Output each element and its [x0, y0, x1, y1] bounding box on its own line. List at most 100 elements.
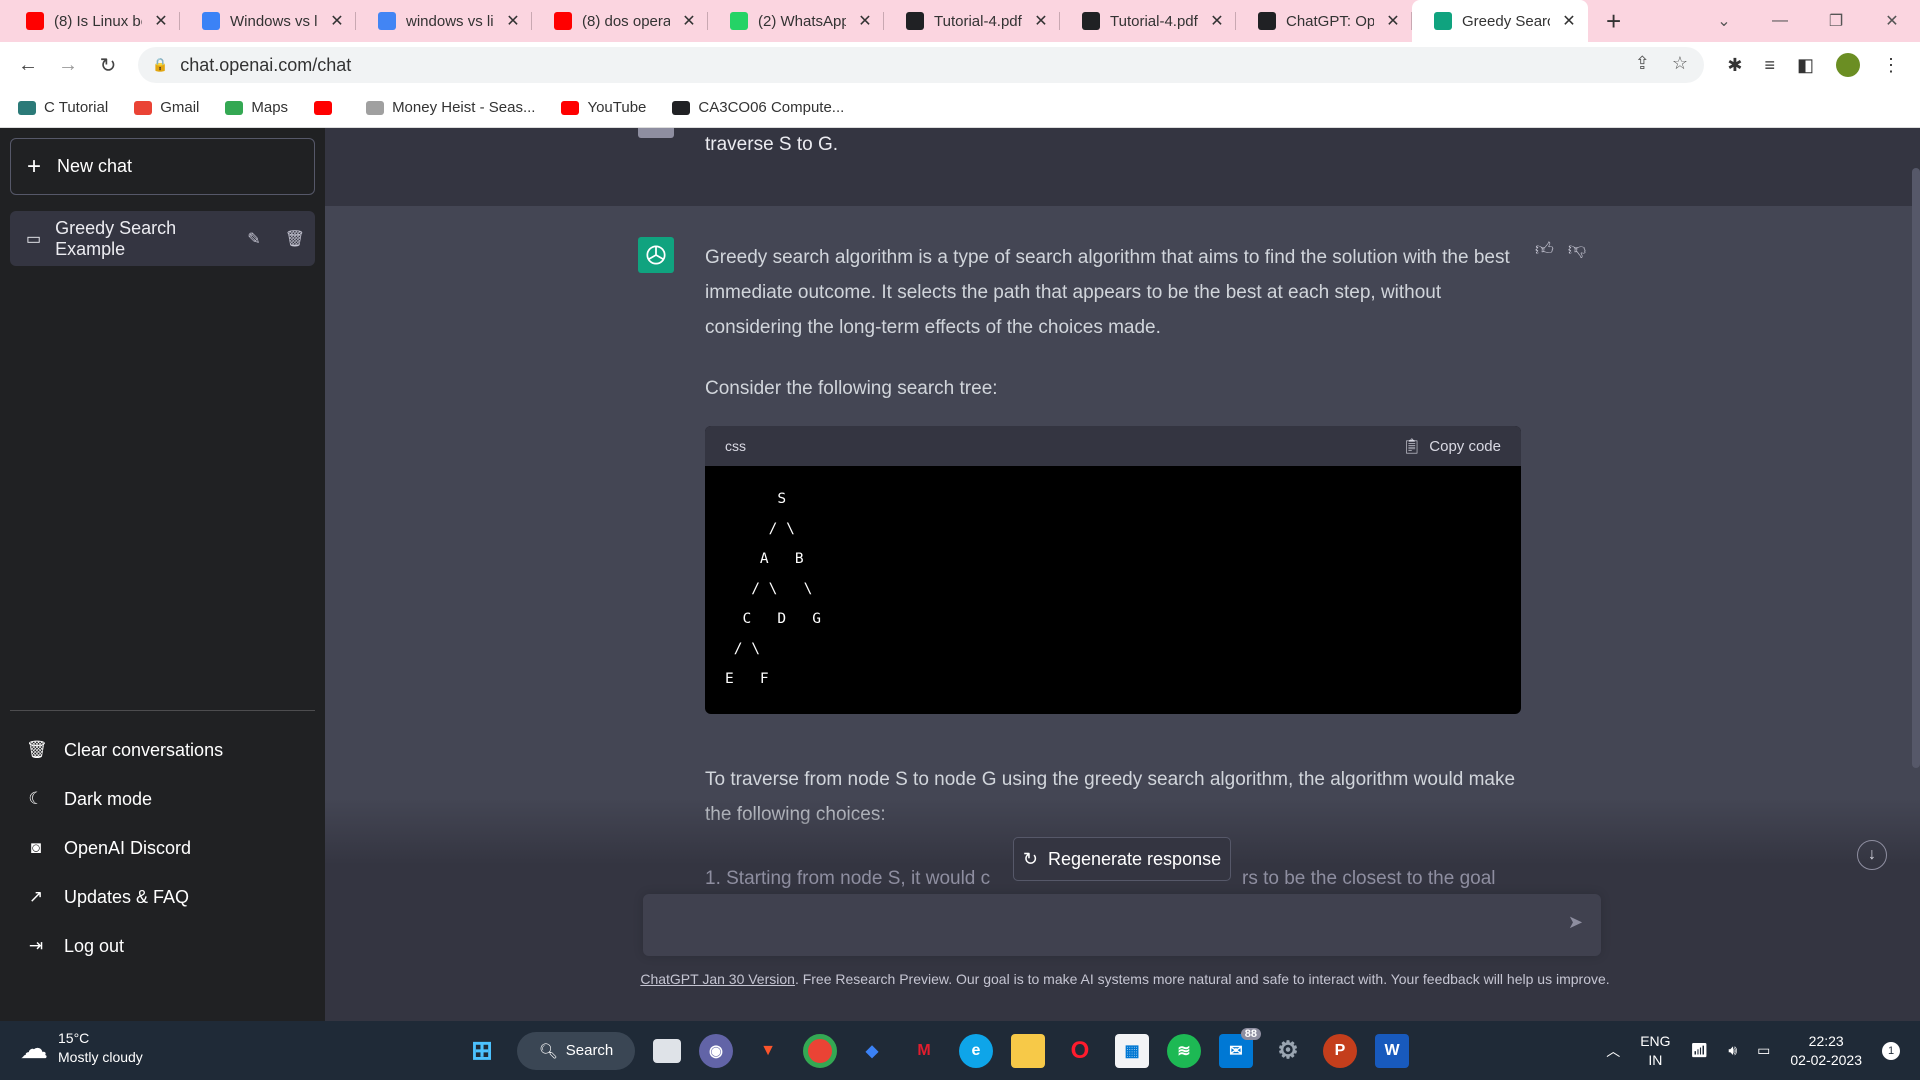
list-item-partial: 1. Starting from node S, it would c: [705, 868, 991, 889]
scroll-down-button[interactable]: ↓: [1857, 840, 1887, 870]
menu-icon[interactable]: ⋮: [1882, 55, 1900, 76]
bing-icon[interactable]: ◆: [855, 1034, 889, 1068]
chrome-icon[interactable]: [803, 1033, 837, 1068]
bookmark-item[interactable]: C Tutorial: [18, 99, 108, 116]
mcafee-icon[interactable]: M: [907, 1034, 941, 1068]
profile-avatar[interactable]: [1836, 53, 1860, 77]
chat-area: traverse S to G. 👍︎ 👎︎ Greedy search alg…: [325, 128, 1920, 1021]
bookmark-item[interactable]: Gmail: [134, 99, 199, 116]
sidebar-item-updates-faq[interactable]: ↗ Updates & FAQ: [10, 873, 315, 921]
share-icon[interactable]: ⇪: [1635, 53, 1650, 74]
brave-icon[interactable]: ▼: [751, 1034, 785, 1068]
discord-icon: ◙: [30, 838, 42, 857]
taskbar-search[interactable]: 🔍︎ Search: [517, 1031, 635, 1070]
regenerate-button[interactable]: ↻ Regenerate response: [1013, 837, 1231, 881]
language-indicator[interactable]: ENG IN: [1640, 1032, 1670, 1070]
weather-widget[interactable]: ☁ 15°C Mostly cloudy: [20, 1029, 143, 1067]
forward-button[interactable]: →: [48, 54, 88, 77]
scrollbar[interactable]: [1912, 168, 1920, 768]
new-chat-button[interactable]: + New chat: [10, 138, 315, 195]
bookmarks-bar: C Tutorial Gmail Maps Money Heist - Seas...…: [0, 88, 1920, 128]
browser-tab[interactable]: Greedy Search ✕: [1412, 0, 1588, 42]
chevron-up-icon[interactable]: ︿: [1606, 1041, 1620, 1061]
close-tab-icon[interactable]: ✕: [504, 11, 522, 31]
new-tab-button[interactable]: +: [1606, 6, 1621, 37]
code-content: S / \ A B / \ \ C D G / \ E F: [725, 491, 822, 687]
browser-tab[interactable]: ChatGPT: Opt ✕: [1236, 0, 1412, 42]
restore-button[interactable]: ❐: [1808, 11, 1864, 31]
windows-start-icon[interactable]: ⊞: [465, 1034, 499, 1068]
side-panel-icon[interactable]: ◧: [1797, 55, 1814, 76]
browser-tab[interactable]: Windows vs lin ✕: [180, 0, 356, 42]
url-bar[interactable]: 🔒 chat.openai.com/chat ⇪ ☆: [138, 47, 1704, 83]
tab-search-icon[interactable]: ⌄: [1696, 11, 1752, 31]
bookmark-item[interactable]: [314, 100, 340, 115]
bookmark-item[interactable]: Maps: [225, 99, 288, 116]
close-window-button[interactable]: ✕: [1864, 11, 1920, 31]
close-tab-icon[interactable]: ✕: [152, 11, 170, 31]
copy-code-button[interactable]: 📋︎ Copy code: [1402, 437, 1501, 456]
sidebar-item-log-out[interactable]: ⇥ Log out: [10, 922, 315, 970]
bookmark-item[interactable]: Money Heist - Seas...: [366, 99, 535, 116]
close-tab-icon[interactable]: ✕: [328, 11, 346, 31]
mail-icon[interactable]: ✉ 88: [1219, 1027, 1261, 1068]
file-explorer-icon[interactable]: [1011, 1033, 1045, 1068]
opera-icon[interactable]: O: [1063, 1034, 1097, 1068]
back-button[interactable]: ←: [8, 54, 48, 77]
word-icon[interactable]: W: [1375, 1033, 1409, 1068]
send-icon[interactable]: ➤: [1568, 912, 1583, 933]
browser-tab[interactable]: Tutorial-4.pdf ✕: [884, 0, 1060, 42]
wifi-icon[interactable]: 📶︎: [1691, 1042, 1709, 1059]
browser-tab[interactable]: (8) dos operat ✕: [532, 0, 708, 42]
taskbar: ☁ 15°C Mostly cloudy ⊞ 🔍︎ Search ◉ ▼ ◆ M…: [0, 1021, 1920, 1080]
browser-tab[interactable]: Tutorial-4.pdf ✕: [1060, 0, 1236, 42]
close-tab-icon[interactable]: ✕: [856, 11, 874, 31]
battery-icon[interactable]: ▭: [1757, 1042, 1770, 1059]
store-icon[interactable]: ▦: [1115, 1033, 1149, 1068]
close-tab-icon[interactable]: ✕: [1560, 11, 1578, 31]
message-input[interactable]: [659, 912, 1539, 940]
sidebar-item-clear-conversations[interactable]: 🗑 Clear conversations: [10, 726, 315, 774]
teams-chat-icon[interactable]: ◉: [699, 1033, 733, 1068]
conversation-title: Greedy Search Example: [55, 217, 177, 259]
browser-tab[interactable]: (2) WhatsApp ✕: [708, 0, 884, 42]
thumbs-down-icon[interactable]: 👎︎: [1568, 238, 1586, 260]
close-tab-icon[interactable]: ✕: [1032, 11, 1050, 31]
conversation-item[interactable]: ▭ Greedy Search Example ✎ 🗑: [10, 211, 315, 266]
lock-icon[interactable]: 🔒: [152, 57, 168, 73]
sidebar-item-openai-discord[interactable]: ◙ OpenAI Discord: [10, 824, 315, 872]
close-tab-icon[interactable]: ✕: [680, 11, 698, 31]
edit-icon[interactable]: ✎: [247, 229, 260, 249]
clock[interactable]: 22:23 02-02-2023: [1790, 1032, 1862, 1070]
close-tab-icon[interactable]: ✕: [1384, 11, 1402, 31]
bookmark-label: YouTube: [587, 99, 647, 116]
notification-badge[interactable]: 1: [1882, 1041, 1900, 1060]
powerpoint-icon[interactable]: P: [1323, 1033, 1357, 1068]
bookmark-item[interactable]: YouTube: [561, 99, 646, 116]
spotify-icon[interactable]: ≋: [1167, 1033, 1201, 1068]
edge-icon[interactable]: e: [959, 1033, 993, 1068]
media-icon[interactable]: ≡: [1764, 55, 1775, 76]
bookmark-item[interactable]: CA3CO06 Compute...: [672, 99, 844, 116]
bookmark-star-icon[interactable]: ☆: [1672, 53, 1688, 74]
task-view-icon[interactable]: [653, 1038, 681, 1063]
browser-tab[interactable]: (8) Is Linux bet ✕: [4, 0, 180, 42]
sidebar-item-dark-mode[interactable]: ☾ Dark mode: [10, 775, 315, 823]
browser-tab[interactable]: windows vs lin ✕: [356, 0, 532, 42]
thumbs-up-icon[interactable]: 👍︎: [1535, 238, 1554, 260]
search-icon: 🔍︎: [538, 1042, 558, 1060]
tab-title: (2) WhatsApp: [758, 12, 846, 30]
globe-icon: [1082, 12, 1100, 30]
bookmark-label: Maps: [251, 99, 289, 116]
extensions-icon[interactable]: ✱: [1727, 55, 1742, 76]
delete-icon[interactable]: 🗑: [285, 229, 305, 249]
gmail-icon: [134, 100, 153, 115]
whatsapp-icon: [730, 12, 748, 30]
settings-gear-icon[interactable]: ⚙: [1271, 1034, 1305, 1068]
tab-title: Windows vs lin: [230, 12, 318, 30]
version-link[interactable]: ChatGPT Jan 30 Version: [640, 971, 795, 987]
volume-icon[interactable]: 🔊︎: [1728, 1042, 1737, 1059]
minimize-button[interactable]: —: [1752, 12, 1808, 30]
reload-button[interactable]: ↻: [88, 53, 128, 78]
close-tab-icon[interactable]: ✕: [1208, 11, 1226, 31]
